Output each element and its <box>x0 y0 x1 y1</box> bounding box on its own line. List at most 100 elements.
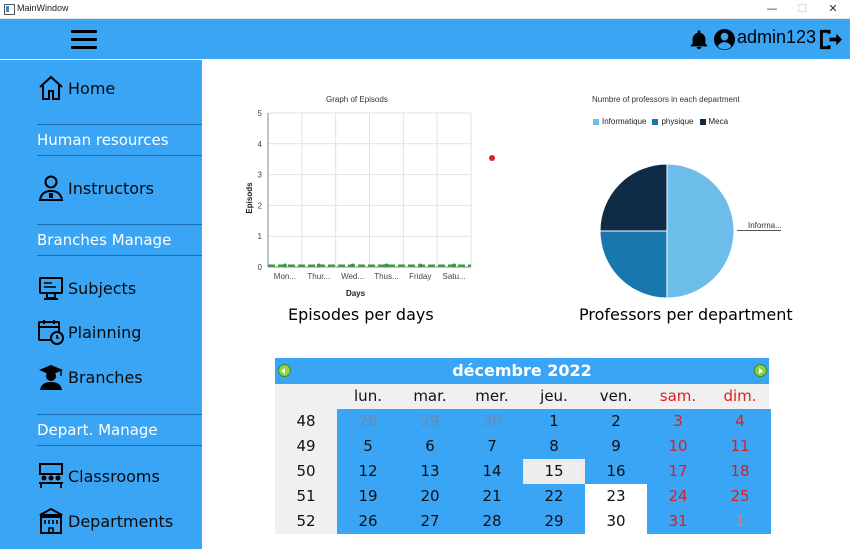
sidebar-item-subjects[interactable]: Subjects <box>37 273 136 303</box>
calendar-day[interactable]: 23 <box>585 484 647 509</box>
x-tick-label: Thur... <box>307 272 330 281</box>
calendar-day[interactable]: 20 <box>399 484 461 509</box>
calendar-day[interactable]: 29 <box>523 509 585 534</box>
calendar-month[interactable]: décembre <box>452 361 542 380</box>
sidebar-item-branches[interactable]: Branches <box>37 362 143 392</box>
professors-caption: Professors per department <box>579 305 793 324</box>
week-number: 48 <box>275 409 337 434</box>
legend-swatch <box>699 118 706 125</box>
y-tick-label: 1 <box>258 232 263 241</box>
maximize-button[interactable]: ☐ <box>787 0 817 18</box>
x-tick-label: Friday <box>409 272 431 281</box>
sidebar-item-label: Subjects <box>68 278 137 298</box>
legend-label: Informatique <box>602 117 647 126</box>
calendar-day[interactable]: 8 <box>523 434 585 459</box>
calendar-day[interactable]: 16 <box>585 459 647 484</box>
next-month-button[interactable] <box>754 364 767 377</box>
calendar-day[interactable]: 26 <box>337 509 399 534</box>
username-label[interactable]: admin123 <box>737 27 816 48</box>
calendar-year[interactable]: 2022 <box>547 361 592 380</box>
pie-slice <box>599 230 668 299</box>
section-depart-manage: Depart. Manage <box>37 414 202 446</box>
sidebar-item-instructors[interactable]: Instructors <box>37 173 154 203</box>
user-avatar-icon[interactable] <box>713 28 736 51</box>
calendar-day[interactable]: 13 <box>399 459 461 484</box>
subjects-icon <box>39 277 63 300</box>
y-tick-label: 3 <box>258 171 263 180</box>
calendar-day[interactable]: 1 <box>523 409 585 434</box>
x-tick-label: Wed... <box>341 272 364 281</box>
section-branches-manage: Branches Manage <box>37 224 202 256</box>
classroom-icon <box>39 463 63 488</box>
logout-icon[interactable] <box>818 28 843 51</box>
professors-chart-title: Numbre of professors in each department <box>592 95 740 104</box>
data-point <box>452 263 457 268</box>
window-titlebar: MainWindow — ☐ ✕ <box>0 0 850 19</box>
calendar-day[interactable]: 5 <box>337 434 399 459</box>
calendar-day[interactable]: 21 <box>461 484 523 509</box>
calendar-day[interactable]: 10 <box>647 434 709 459</box>
sidebar-item-home[interactable]: Home <box>37 73 115 103</box>
calendar-day[interactable]: 19 <box>337 484 399 509</box>
calendar-day[interactable]: 22 <box>523 484 585 509</box>
weekday-header: dim. <box>723 387 757 405</box>
app-header: admin123 <box>0 19 850 59</box>
sidebar-item-planning[interactable]: Plainning <box>37 317 141 347</box>
calendar-day[interactable]: 31 <box>647 509 709 534</box>
calendar-day[interactable]: 12 <box>337 459 399 484</box>
y-axis-label: Episods <box>245 182 254 214</box>
section-human-resources: Human resources <box>37 124 202 156</box>
calendar-day[interactable]: 17 <box>647 459 709 484</box>
calendar-day[interactable]: 27 <box>399 509 461 534</box>
x-tick-label: Mon... <box>274 272 296 281</box>
building-icon <box>39 507 63 534</box>
calendar-day[interactable]: 28 <box>337 409 399 434</box>
calendar-day[interactable]: 24 <box>647 484 709 509</box>
calendar-day[interactable]: 29 <box>399 409 461 434</box>
y-tick-label: 4 <box>258 140 263 149</box>
calendar-day[interactable]: 6 <box>399 434 461 459</box>
x-tick-label: Thus... <box>374 272 398 281</box>
weekday-header: sam. <box>659 387 697 405</box>
calendar-day[interactable]: 28 <box>461 509 523 534</box>
status-dot <box>489 155 495 161</box>
calendar-weekday-row: lun. mar. mer. jeu. ven. sam. dim. <box>275 384 769 409</box>
calendar-day[interactable]: 9 <box>585 434 647 459</box>
week-number: 51 <box>275 484 337 509</box>
calendar-month-year[interactable]: décembre 2022 <box>275 361 769 380</box>
calendar-day[interactable]: 30 <box>461 409 523 434</box>
data-point <box>418 263 423 268</box>
pie-slice-label: Informa... <box>748 221 782 230</box>
bell-icon[interactable] <box>688 28 710 52</box>
calendar-day[interactable]: 4 <box>709 409 771 434</box>
calendar-day[interactable]: 15 <box>523 459 585 484</box>
legend-swatch <box>652 118 659 125</box>
calendar-day[interactable]: 2 <box>585 409 647 434</box>
home-icon <box>39 75 63 100</box>
professors-legend: Informatique physique Meca <box>593 117 728 126</box>
calendar-day[interactable]: 30 <box>585 509 647 534</box>
calendar-day[interactable]: 18 <box>709 459 771 484</box>
sidebar-item-classrooms[interactable]: Classrooms <box>37 461 160 491</box>
menu-icon[interactable] <box>71 29 99 50</box>
legend-label: Meca <box>708 117 729 126</box>
sidebar-item-label: Branches <box>68 367 143 387</box>
y-tick-label: 2 <box>258 201 263 210</box>
pie-slice <box>666 163 735 299</box>
calendar-day[interactable]: 3 <box>647 409 709 434</box>
close-button[interactable]: ✕ <box>818 0 848 18</box>
legend-item: Meca <box>699 117 729 126</box>
sidebar-item-label: Home <box>68 78 116 98</box>
data-point <box>384 263 389 268</box>
sidebar-item-label: Departments <box>68 511 174 531</box>
calendar-clock-icon <box>38 320 64 345</box>
minimize-button[interactable]: — <box>757 0 787 18</box>
weekday-header: lun. <box>354 387 382 405</box>
calendar-day[interactable]: 11 <box>709 434 771 459</box>
professors-pie-chart: Informa... <box>599 163 782 299</box>
sidebar-item-departments[interactable]: Departments <box>37 506 173 536</box>
calendar-day[interactable]: 7 <box>461 434 523 459</box>
calendar-day[interactable]: 1 <box>709 509 771 534</box>
calendar-day[interactable]: 14 <box>461 459 523 484</box>
calendar-day[interactable]: 25 <box>709 484 771 509</box>
